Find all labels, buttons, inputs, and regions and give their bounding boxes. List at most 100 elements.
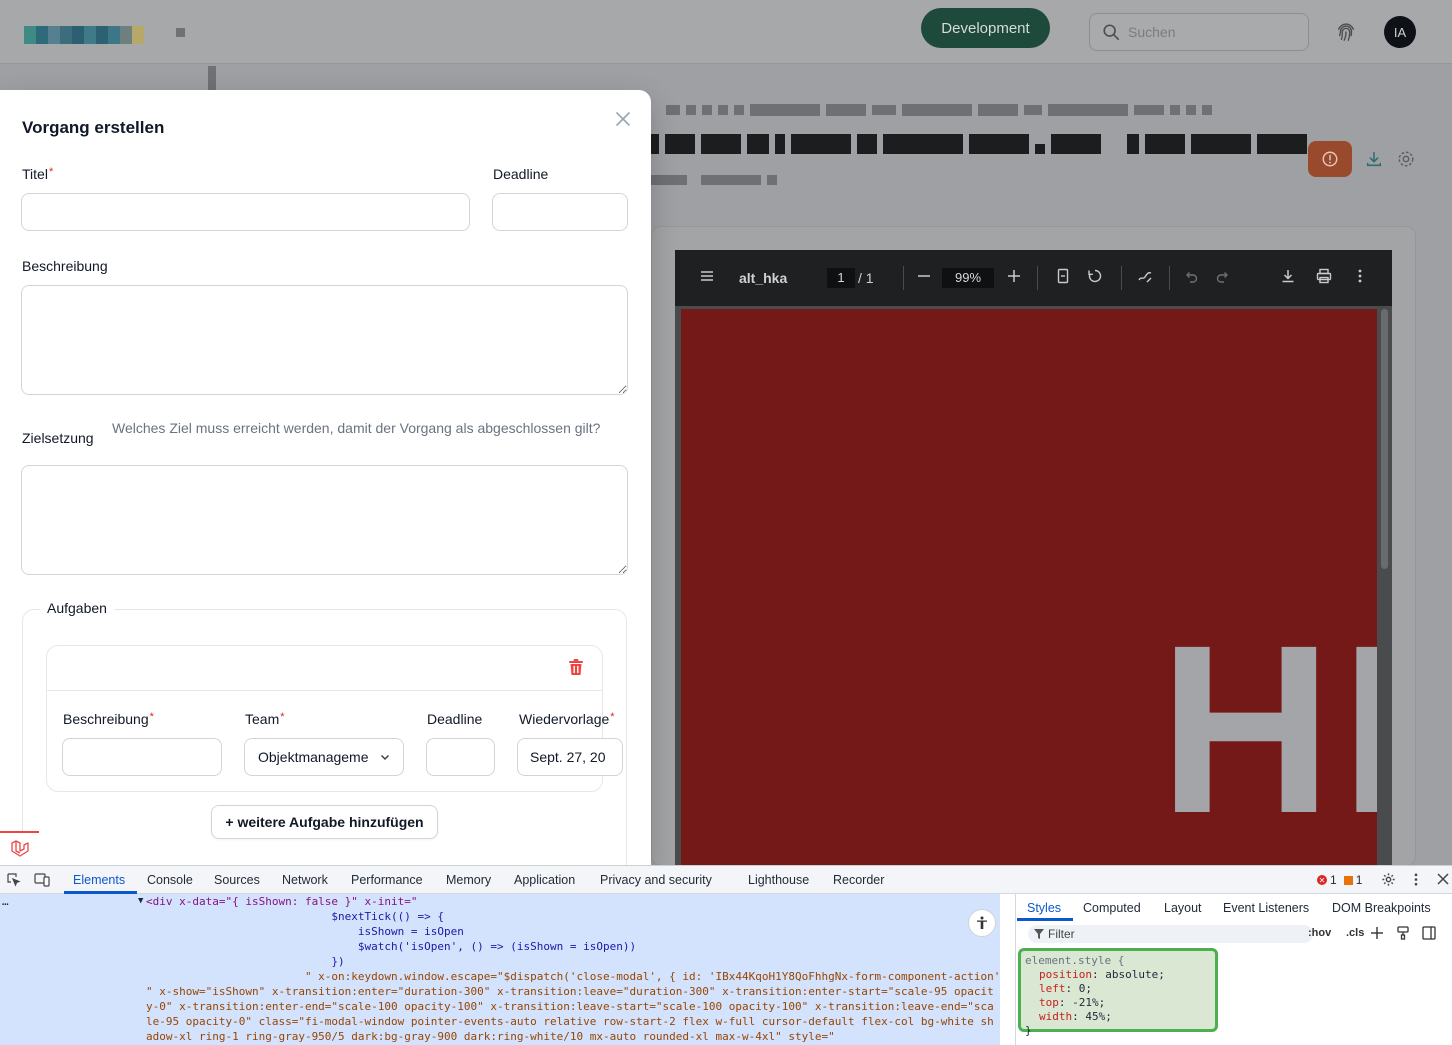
- tab-network[interactable]: Network: [282, 873, 328, 887]
- rotate-icon[interactable]: [1087, 268, 1103, 284]
- undo-icon[interactable]: [1183, 268, 1199, 284]
- tab-lighthouse[interactable]: Lighthouse: [748, 873, 809, 887]
- background-decoration: [208, 66, 216, 90]
- class-toggle[interactable]: .cls: [1346, 927, 1364, 939]
- tab-sources[interactable]: Sources: [214, 873, 260, 887]
- filter-placeholder: Filter: [1048, 927, 1075, 941]
- zoom-in-icon[interactable]: [1006, 268, 1022, 284]
- fit-page-icon[interactable]: [1055, 268, 1071, 284]
- title-label: Titel*: [22, 166, 54, 182]
- collapse-triangle-icon[interactable]: ▼: [138, 894, 143, 909]
- tab-recorder[interactable]: Recorder: [833, 873, 884, 887]
- pdf-page-input[interactable]: 1: [827, 268, 855, 288]
- tab-styles[interactable]: Styles: [1027, 901, 1061, 915]
- device-toggle-icon[interactable]: [34, 873, 50, 887]
- tab-computed[interactable]: Computed: [1083, 901, 1141, 915]
- code-line: le-95 opacity-0" class="fi-modal-window …: [146, 1015, 994, 1028]
- element-style-rule[interactable]: element.style { position: absolute; left…: [1018, 948, 1218, 1037]
- pdf-page: HK: [681, 309, 1377, 866]
- css-declaration[interactable]: left: 0;: [1025, 982, 1211, 996]
- code-line: adow-xl ring-1 ring-gray-950/5 dark:bg-g…: [146, 1030, 835, 1043]
- code-line: " x-on:keydown.window.escape="$dispatch(…: [146, 970, 1000, 983]
- warning-button[interactable]: [1308, 141, 1352, 177]
- zoom-out-icon[interactable]: [916, 268, 932, 284]
- code-line: " x-show="isShown" x-transition:enter="d…: [146, 985, 994, 998]
- deadline-input[interactable]: [492, 193, 628, 231]
- title-input[interactable]: [21, 193, 470, 231]
- issues-counter[interactable]: ✕ 1 1: [1317, 873, 1362, 887]
- hover-state-toggle[interactable]: :hov: [1308, 927, 1331, 939]
- trash-icon[interactable]: [568, 658, 584, 676]
- print-icon[interactable]: [1316, 268, 1332, 284]
- chevron-down-icon: [380, 754, 390, 761]
- menu-icon[interactable]: [699, 268, 715, 284]
- required-marker: *: [610, 711, 615, 723]
- goal-label: Zielsetzung: [22, 430, 94, 446]
- pdf-zoom-level[interactable]: 99%: [942, 268, 994, 288]
- user-avatar[interactable]: IA: [1384, 16, 1416, 48]
- tab-elements[interactable]: Elements: [73, 873, 125, 887]
- download-icon[interactable]: [1280, 268, 1296, 284]
- top-bar: Development IA: [0, 0, 1452, 64]
- pdf-page-total: / 1: [858, 270, 874, 286]
- annotate-icon[interactable]: [1137, 268, 1153, 284]
- task-deadline-label: Deadline: [427, 711, 483, 727]
- logo[interactable]: [24, 26, 144, 44]
- accessibility-button[interactable]: [968, 909, 996, 937]
- css-declaration[interactable]: width: 45%;: [1025, 1010, 1211, 1024]
- ellipsis-icon[interactable]: …: [2, 894, 9, 909]
- team-select[interactable]: Objektmanageme: [244, 738, 404, 776]
- close-icon[interactable]: [1437, 873, 1449, 885]
- tab-privacy-security[interactable]: Privacy and security: [600, 873, 712, 887]
- warning-icon: [1343, 875, 1353, 885]
- redo-icon[interactable]: [1215, 268, 1231, 284]
- tab-dom-breakpoints[interactable]: DOM Breakpoints: [1332, 901, 1431, 915]
- code-line: }): [146, 955, 345, 968]
- add-task-button[interactable]: + weitere Aufgabe hinzufügen: [211, 805, 438, 839]
- css-declaration[interactable]: top: -21%;: [1025, 996, 1211, 1010]
- task-description-input[interactable]: [62, 738, 222, 776]
- pdf-viewer: alt_hka 1 / 1 99% HK: [675, 250, 1392, 866]
- code-line: $nextTick(() => {: [146, 910, 445, 923]
- inspect-icon[interactable]: [7, 873, 21, 887]
- code-line: isShown = isOpen: [146, 925, 464, 938]
- goal-textarea[interactable]: [21, 465, 628, 575]
- search-input[interactable]: [1128, 24, 1288, 40]
- goal-hint: Welches Ziel muss erreicht werden, damit…: [112, 420, 601, 436]
- tab-console[interactable]: Console: [147, 873, 193, 887]
- pdf-scrollbar[interactable]: [1381, 309, 1388, 569]
- close-icon[interactable]: [612, 108, 634, 130]
- redacted-page-title: [651, 134, 1307, 154]
- more-vertical-icon[interactable]: [1352, 268, 1368, 284]
- settings-icon[interactable]: [1381, 872, 1396, 887]
- description-label: Beschreibung: [22, 258, 108, 274]
- more-vertical-icon[interactable]: [1410, 872, 1422, 887]
- tab-event-listeners[interactable]: Event Listeners: [1223, 901, 1309, 915]
- task-resubmission-input[interactable]: [517, 738, 623, 776]
- styles-filter-input[interactable]: Filter: [1028, 925, 1313, 943]
- pdf-filename: alt_hka: [739, 270, 788, 286]
- debugbar-toggle[interactable]: [0, 831, 39, 865]
- sidebar-toggle-icon[interactable]: [1422, 926, 1436, 940]
- tab-application[interactable]: Application: [514, 873, 575, 887]
- task-deadline-input[interactable]: [426, 738, 495, 776]
- paint-icon[interactable]: [1396, 926, 1410, 940]
- fingerprint-icon[interactable]: [1335, 20, 1357, 44]
- description-textarea[interactable]: [21, 285, 628, 395]
- required-marker: *: [280, 711, 285, 723]
- alert-icon: [1322, 151, 1338, 167]
- search-icon: [1103, 24, 1120, 41]
- global-search[interactable]: [1089, 13, 1309, 51]
- gear-icon[interactable]: [1397, 150, 1415, 168]
- elements-tree[interactable]: … ▼ <div x-data="{ isShown: false }" x-i…: [0, 894, 1000, 1045]
- css-declaration[interactable]: position: absolute;: [1025, 968, 1211, 982]
- environment-badge[interactable]: Development: [921, 8, 1050, 48]
- redacted-breadcrumb: [666, 104, 1212, 116]
- task-card-header: [47, 646, 602, 691]
- active-tab-indicator: [1017, 918, 1073, 921]
- tab-performance[interactable]: Performance: [351, 873, 423, 887]
- tab-layout[interactable]: Layout: [1164, 901, 1202, 915]
- tab-memory[interactable]: Memory: [446, 873, 491, 887]
- download-icon[interactable]: [1365, 150, 1383, 168]
- add-rule-icon[interactable]: [1370, 926, 1384, 940]
